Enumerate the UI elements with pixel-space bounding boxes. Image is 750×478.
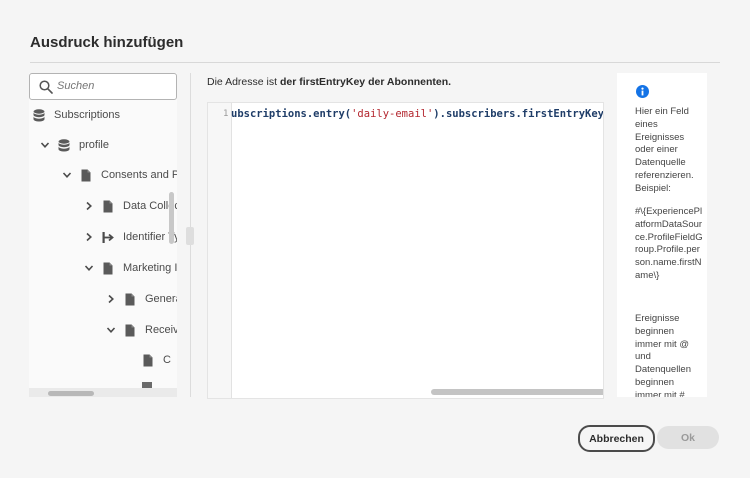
help-panel: Hier ein Feld eines Ereignisses oder ein… (617, 73, 707, 397)
tree-item-data-collection[interactable]: Data Collec (84, 197, 177, 215)
tree-item-label: C (163, 354, 171, 366)
info-icon (636, 85, 649, 98)
database-icon (33, 108, 45, 121)
code-line[interactable]: ubscriptions.entry('daily-email').subscr… (231, 108, 604, 120)
field-description: Die Adresse ist der firstEntryKey der Ab… (207, 76, 451, 88)
chevron-right-icon[interactable] (84, 232, 94, 242)
code-token: ubscriptions.entry( (231, 108, 352, 120)
tree-vertical-scrollbar[interactable] (169, 192, 174, 244)
title-divider (30, 62, 720, 63)
document-icon (81, 169, 91, 181)
chevron-down-icon[interactable] (40, 140, 50, 150)
help-text-example: #\{ExperiencePlatformDataSource.ProfileF… (635, 206, 703, 281)
tree-item-c[interactable]: C (142, 351, 171, 369)
chevron-down-icon[interactable] (106, 325, 116, 335)
document-icon (125, 324, 135, 336)
tree-item-label: Genera (145, 293, 177, 305)
ok-button[interactable]: Ok (657, 426, 719, 449)
help-text-intro: Hier ein Feld eines Ereignisses oder ein… (635, 106, 694, 194)
tree-item-consents[interactable]: Consents and Pr (62, 166, 177, 184)
chevron-down-icon[interactable] (84, 263, 94, 273)
tree-item-receive[interactable]: Receiv (106, 321, 177, 339)
document-icon (143, 354, 153, 366)
dialog-title: Ausdruck hinzufügen (30, 34, 184, 51)
tree-panel: Subscriptions profile Consents and Pr (29, 73, 177, 397)
description-bold-text: der firstEntryKey der Abonnenten. (279, 76, 452, 88)
help-text-rule: Ereignisse beginnen immer mit @ und Date… (635, 313, 691, 397)
expression-editor[interactable]: 1 ubscriptions.entry('daily-email').subs… (207, 102, 604, 399)
tree-item-general[interactable]: Genera (106, 290, 177, 308)
chevron-down-icon[interactable] (62, 170, 72, 180)
line-number: 1 (223, 109, 229, 119)
tree-item-subscriptions[interactable]: Subscriptions (33, 106, 120, 124)
tree-item-label: Subscriptions (54, 109, 121, 121)
code-token: ).subscribers.firstEntryKey()} (433, 108, 604, 120)
search-input[interactable] (57, 78, 167, 94)
document-icon (125, 293, 135, 305)
tree-item-identifier-type[interactable]: Identifier Ty (84, 228, 177, 246)
identifier-icon (102, 231, 114, 243)
tree-item-profile[interactable]: profile (40, 136, 109, 154)
tree-item-label: profile (79, 139, 109, 151)
tree-item-marketing[interactable]: Marketing I (84, 259, 177, 277)
database-icon (58, 138, 70, 151)
editor-horizontal-scrollbar[interactable] (431, 389, 603, 395)
chevron-right-icon[interactable] (84, 201, 94, 211)
search-icon (39, 80, 53, 94)
cancel-button[interactable]: Abbrechen (578, 425, 655, 452)
code-string-token: 'daily-email' (351, 108, 434, 120)
tree-item-label: Marketing I (123, 262, 177, 274)
chevron-right-icon[interactable] (106, 294, 116, 304)
description-text: Die Adresse ist (207, 76, 280, 88)
tree-item-label: Consents and Pr (101, 169, 177, 181)
splitter-handle[interactable] (186, 227, 194, 245)
document-icon (103, 200, 113, 212)
tree-horizontal-scrollbar[interactable] (48, 391, 94, 396)
search-box[interactable] (29, 73, 177, 100)
tree-item-label: Receiv (145, 324, 177, 336)
document-icon (103, 262, 113, 274)
editor-gutter: 1 (208, 103, 232, 398)
